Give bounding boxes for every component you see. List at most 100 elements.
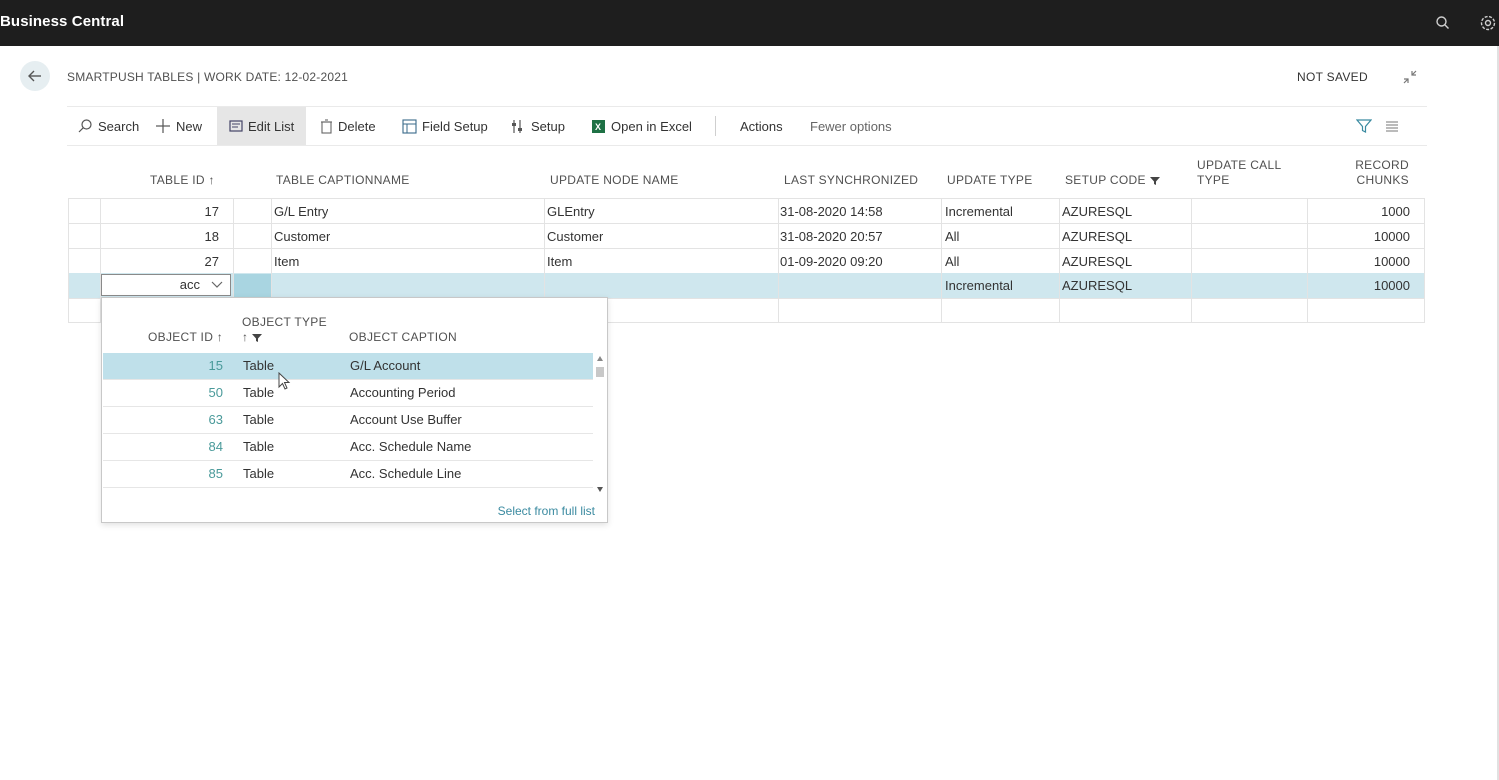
- cell-setup-code[interactable]: AZURESQL: [1062, 273, 1132, 298]
- delete-label: Delete: [338, 118, 376, 134]
- chevron-down-icon[interactable]: [210, 279, 224, 291]
- cell-last-synchronized[interactable]: 01-09-2020 09:20: [780, 249, 883, 274]
- table-row[interactable]: 27 Item Item 01-09-2020 09:20 All AZURES…: [68, 249, 1425, 274]
- cell-node-name[interactable]: GLEntry: [547, 199, 595, 224]
- edit-list-button[interactable]: Edit List: [217, 107, 307, 145]
- lookup-row[interactable]: 84 Table Acc. Schedule Name: [103, 434, 593, 461]
- cell-last-synchronized[interactable]: 31-08-2020 20:57: [780, 224, 883, 249]
- app-name[interactable]: Business Central: [0, 13, 124, 30]
- cell-table-id[interactable]: 18: [108, 224, 219, 249]
- field-setup-label: Field Setup: [422, 118, 488, 134]
- search-icon: [78, 119, 92, 133]
- lookup-dropdown: OBJECT ID ↑ OBJECT TYPE ↑ OBJECT CAPTION…: [101, 297, 608, 523]
- cell-node-name[interactable]: Item: [547, 249, 572, 274]
- lookup-cell-type: Table: [243, 466, 275, 481]
- lookup-cell-caption: Accounting Period: [350, 385, 456, 400]
- list-view-icon[interactable]: [1385, 120, 1399, 132]
- cell-update-type[interactable]: Incremental: [945, 273, 1013, 298]
- open-in-excel-label: Open in Excel: [611, 118, 692, 134]
- filter-icon[interactable]: [1356, 118, 1372, 134]
- setup-button[interactable]: Setup: [511, 107, 565, 145]
- cell-caption[interactable]: Customer: [274, 224, 330, 249]
- filter-icon: [252, 333, 263, 342]
- mouse-pointer-icon: [278, 372, 291, 390]
- search-action[interactable]: Search: [77, 107, 139, 145]
- cell-table-id[interactable]: 27: [108, 249, 219, 274]
- table-id-input-value: acc: [179, 277, 200, 292]
- lookup-cell-caption: Account Use Buffer: [350, 412, 462, 427]
- fewer-options-button[interactable]: Fewer options: [810, 107, 892, 145]
- row-marker: [234, 274, 271, 297]
- cell-caption[interactable]: G/L Entry: [274, 199, 328, 224]
- cell-update-type[interactable]: All: [945, 224, 959, 249]
- lookup-cell-id: 63: [208, 412, 223, 427]
- scroll-up-icon[interactable]: [596, 355, 604, 363]
- lookup-header-object-type-label: OBJECT TYPE: [242, 315, 327, 329]
- lookup-row[interactable]: 15 Table G/L Account: [103, 353, 593, 380]
- lookup-cell-caption: Acc. Schedule Line: [350, 466, 462, 481]
- cell-node-name[interactable]: Customer: [547, 224, 603, 249]
- plus-icon: [156, 119, 170, 133]
- scroll-down-icon[interactable]: [596, 485, 604, 493]
- open-in-excel-button[interactable]: X Open in Excel: [591, 107, 692, 145]
- lookup-cell-type: Table: [243, 358, 275, 373]
- sort-ascending-icon: ↑: [242, 330, 249, 344]
- lookup-cell-id: 84: [208, 439, 223, 454]
- header-update-call-type[interactable]: UPDATE CALL TYPE: [1197, 158, 1281, 188]
- header-update-node-name[interactable]: UPDATE NODE NAME: [550, 173, 679, 188]
- new-label: New: [176, 118, 203, 134]
- header-setup-code-label: SETUP CODE: [1065, 173, 1146, 187]
- header-table-id[interactable]: TABLE ID ↑: [150, 173, 215, 188]
- cell-caption[interactable]: Item: [274, 249, 299, 274]
- delete-button[interactable]: Delete: [320, 107, 376, 145]
- lookup-row[interactable]: 85 Table Acc. Schedule Line: [103, 461, 593, 488]
- arrow-left-icon: [28, 70, 41, 82]
- cell-setup-code[interactable]: AZURESQL: [1062, 249, 1132, 274]
- table-row[interactable]: 18 Customer Customer 31-08-2020 20:57 Al…: [68, 224, 1425, 249]
- cell-setup-code[interactable]: AZURESQL: [1062, 199, 1132, 224]
- page-title: SMARTPUSH TABLES | WORK DATE: 12-02-2021: [67, 70, 348, 84]
- trash-icon: [321, 118, 332, 134]
- partial-text: [350, 488, 530, 491]
- setup-icon: [512, 119, 522, 133]
- header-last-synchronized[interactable]: LAST SYNCHRONIZED: [784, 173, 918, 188]
- lookup-row[interactable]: 50 Table Accounting Period: [103, 380, 593, 407]
- cell-update-type[interactable]: All: [945, 249, 959, 274]
- header-update-type[interactable]: UPDATE TYPE: [947, 173, 1033, 188]
- back-button[interactable]: [20, 61, 50, 91]
- lookup-header-object-caption[interactable]: OBJECT CAPTION: [349, 330, 457, 345]
- edit-list-label: Edit List: [248, 118, 295, 134]
- lookup-cell-id: 15: [208, 358, 223, 373]
- cell-record-chunks[interactable]: 10000: [1318, 273, 1410, 298]
- lookup-header-object-id[interactable]: OBJECT ID ↑: [148, 330, 223, 345]
- lookup-cell-caption: G/L Account: [350, 358, 421, 373]
- lookup-cell-caption: Acc. Schedule Name: [350, 439, 472, 454]
- search-icon[interactable]: [1434, 14, 1452, 32]
- cell-update-type[interactable]: Incremental: [945, 199, 1013, 224]
- header-table-captionname[interactable]: TABLE CAPTIONNAME: [276, 173, 410, 188]
- table-row[interactable]: 17 G/L Entry GLEntry 31-08-2020 14:58 In…: [68, 199, 1425, 224]
- field-setup-icon: [402, 118, 417, 134]
- gear-icon[interactable]: [1479, 14, 1497, 32]
- top-bar: Business Central: [0, 0, 1499, 46]
- field-setup-button[interactable]: Field Setup: [402, 107, 488, 145]
- excel-icon: X: [592, 119, 605, 133]
- table-id-input[interactable]: acc: [101, 274, 231, 296]
- select-from-full-list-link[interactable]: Select from full list: [498, 504, 595, 518]
- cell-record-chunks[interactable]: 10000: [1318, 224, 1410, 249]
- lookup-cell-id: 50: [208, 385, 223, 400]
- lookup-cell-type: Table: [243, 412, 275, 427]
- cell-record-chunks[interactable]: 1000: [1318, 199, 1410, 224]
- cell-setup-code[interactable]: AZURESQL: [1062, 224, 1132, 249]
- cell-last-synchronized[interactable]: 31-08-2020 14:58: [780, 199, 883, 224]
- header-record-chunks[interactable]: RECORD CHUNKS: [1355, 158, 1409, 188]
- header-setup-code[interactable]: SETUP CODE: [1065, 173, 1160, 188]
- cell-table-id[interactable]: 17: [108, 199, 219, 224]
- lookup-row[interactable]: 63 Table Account Use Buffer: [103, 407, 593, 434]
- lookup-header-object-type[interactable]: OBJECT TYPE ↑: [242, 315, 327, 345]
- new-button[interactable]: New: [155, 107, 202, 145]
- cell-record-chunks[interactable]: 10000: [1318, 249, 1410, 274]
- collapse-icon[interactable]: [1402, 69, 1418, 85]
- actions-menu[interactable]: Actions: [740, 107, 783, 145]
- scrollbar-thumb[interactable]: [596, 367, 604, 377]
